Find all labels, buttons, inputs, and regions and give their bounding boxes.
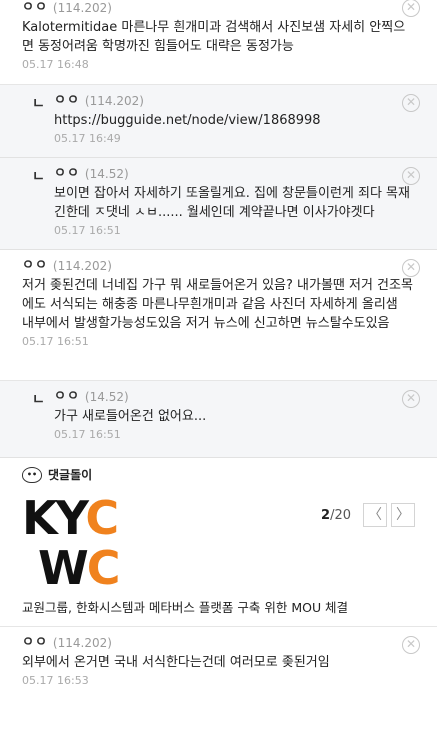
delete-icon[interactable]: ✕ bbox=[402, 167, 420, 185]
reply-arrow-icon: ㄴ bbox=[32, 169, 45, 185]
logo-line1-accent: C bbox=[85, 491, 117, 545]
ip-address: (114.202) bbox=[52, 636, 112, 650]
bot-label: 댓글돌이 bbox=[48, 468, 93, 482]
reply-item: ㄴ ✕ ㅇㅇ (14.52) 보이면 잡아서 자세하기 또올릴게요. 집에 창문… bbox=[0, 158, 437, 250]
ip-address: (114.202) bbox=[84, 94, 144, 108]
ip-address: (114.202) bbox=[52, 1, 112, 15]
reply-arrow-icon: ㄴ bbox=[32, 392, 45, 408]
nickname[interactable]: ㅇㅇ bbox=[54, 387, 80, 407]
comment-list: ✕ ㅇㅇ (114.202) Kalotermitidae 마른나무 흰개미과 … bbox=[0, 0, 437, 707]
comment-time: 05.17 16:53 bbox=[22, 674, 89, 687]
nickname[interactable]: ㅇㅇ bbox=[22, 633, 48, 653]
delete-icon[interactable]: ✕ bbox=[402, 259, 420, 277]
comment-meta: ㅇㅇ (14.52) bbox=[54, 381, 437, 407]
pager-current: 2 bbox=[321, 507, 331, 523]
next-button[interactable]: 〉 bbox=[391, 503, 415, 527]
logo-line1-dark: KY bbox=[22, 491, 90, 545]
ip-address: (114.202) bbox=[52, 259, 112, 273]
delete-icon[interactable]: ✕ bbox=[402, 636, 420, 654]
comment-text: 외부에서 온거면 국내 서식한다는건데 여러모로 좆된거임 bbox=[22, 655, 330, 670]
ip-address: (14.52) bbox=[84, 167, 129, 181]
ad-header: •• 댓글돌이 bbox=[22, 466, 92, 483]
delete-icon[interactable]: ✕ bbox=[402, 94, 420, 112]
reply-item: ㄴ ✕ ㅇㅇ (14.52) 가구 새로들어온건 없어요... 05.17 16… bbox=[0, 381, 437, 458]
comment-time: 05.17 16:49 bbox=[54, 132, 121, 145]
pager-count: 2/20 bbox=[321, 508, 351, 523]
comment-meta: ㅇㅇ (114.202) bbox=[22, 627, 437, 653]
comment-text: Kalotermitidae 마른나무 흰개미과 검색해서 사진보샘 자세히 안… bbox=[22, 20, 406, 54]
nickname[interactable]: ㅇㅇ bbox=[22, 256, 48, 276]
ad-banner[interactable]: •• 댓글돌이 KYC WC 2/20 〈 〉 교원그룹, 한화시스템과 메타버… bbox=[0, 458, 437, 627]
comment-meta: ㅇㅇ (114.202) bbox=[54, 85, 437, 111]
reply-arrow-icon: ㄴ bbox=[32, 96, 45, 112]
comment-text: 가구 새로들어온건 없어요... bbox=[54, 409, 207, 424]
comment-item: ✕ ㅇㅇ (114.202) 저거 좆된건데 너네집 가구 뭐 새로들어온거 있… bbox=[0, 250, 437, 381]
comment-meta: ㅇㅇ (114.202) bbox=[22, 250, 437, 276]
ad-pager: 2/20 〈 〉 bbox=[321, 503, 415, 527]
comment-item: ✕ ㅇㅇ (114.202) Kalotermitidae 마른나무 흰개미과 … bbox=[0, 0, 437, 85]
prev-button[interactable]: 〈 bbox=[363, 503, 387, 527]
comment-text: 저거 좆된건데 너네집 가구 뭐 새로들어온거 있음? 내가볼땐 저거 건조목에… bbox=[22, 278, 413, 331]
comment-item: ✕ ㅇㅇ (114.202) 외부에서 온거면 국내 서식한다는건데 여러모로 … bbox=[0, 627, 437, 707]
pager-total: /20 bbox=[330, 507, 351, 523]
logo-line2-accent: C bbox=[87, 541, 119, 590]
comment-meta: ㅇㅇ (114.202) bbox=[22, 0, 437, 18]
comment-time: 05.17 16:51 bbox=[22, 335, 89, 348]
comment-text: https://bugguide.net/node/view/1868998 bbox=[54, 113, 321, 128]
ad-title[interactable]: 교원그룹, 한화시스템과 메타버스 플랫폼 구축 위한 MOU 체결 bbox=[22, 597, 348, 616]
comment-time: 05.17 16:48 bbox=[22, 58, 89, 71]
ad-logo[interactable]: KYC WC bbox=[22, 490, 142, 590]
svg-text:KYC: KYC bbox=[22, 491, 117, 545]
delete-icon[interactable]: ✕ bbox=[402, 390, 420, 408]
nickname[interactable]: ㅇㅇ bbox=[22, 0, 48, 18]
nickname[interactable]: ㅇㅇ bbox=[54, 164, 80, 184]
comment-time: 05.17 16:51 bbox=[54, 428, 121, 441]
reply-item: ㄴ ✕ ㅇㅇ (114.202) https://bugguide.net/no… bbox=[0, 85, 437, 158]
ip-address: (14.52) bbox=[84, 390, 129, 404]
logo-line2-dark: W bbox=[38, 541, 88, 590]
comment-meta: ㅇㅇ (14.52) bbox=[54, 158, 437, 184]
commentbot-icon: •• bbox=[22, 466, 42, 483]
comment-text: 보이면 잡아서 자세하기 또올릴게요. 집에 창문틀이런게 죄다 목재긴한데 ㅈ… bbox=[54, 186, 410, 220]
comment-time: 05.17 16:51 bbox=[54, 224, 121, 237]
nickname[interactable]: ㅇㅇ bbox=[54, 91, 80, 111]
svg-text:WC: WC bbox=[38, 541, 119, 590]
